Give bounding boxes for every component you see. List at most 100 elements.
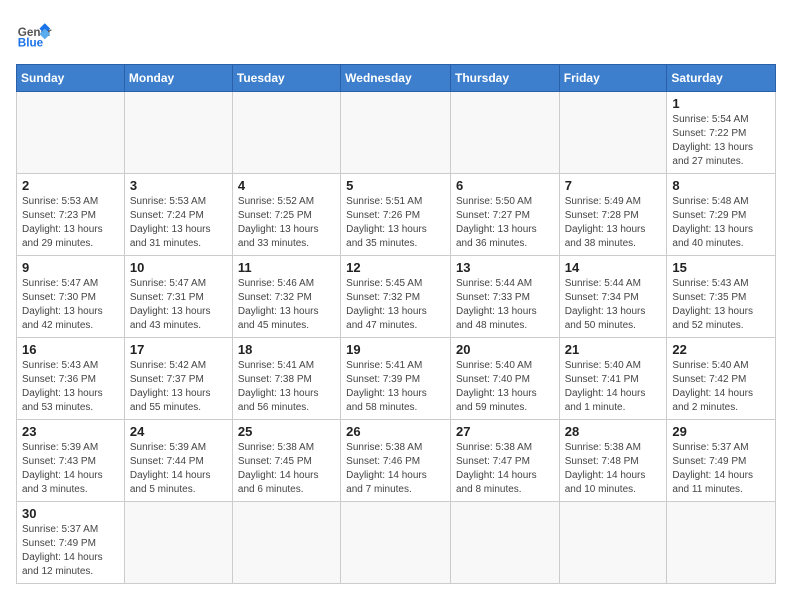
day-info: Sunrise: 5:50 AMSunset: 7:27 PMDaylight:… — [456, 195, 554, 251]
weekday-header-monday: Monday — [124, 65, 232, 92]
day-number: 22 — [672, 342, 770, 357]
day-info: Sunrise: 5:38 AMSunset: 7:45 PMDaylight:… — [238, 441, 335, 497]
day-cell: 18Sunrise: 5:41 AMSunset: 7:38 PMDayligh… — [232, 338, 340, 420]
day-cell: 9 Sunrise: 5:47 AMSunset: 7:30 PMDaylight… — [17, 256, 125, 338]
day-number: 25 — [238, 424, 335, 439]
day-info: Sunrise: 5:51 AMSunset: 7:26 PMDaylight:… — [346, 195, 445, 251]
day-info: Sunrise: 5:44 AMSunset: 7:34 PMDaylight:… — [565, 277, 662, 333]
day-cell: 11 Sunrise: 5:46 AMSunset: 7:32 PMDayligh… — [232, 256, 340, 338]
week-row-5: 30 Sunrise: 5:37 AMSunset: 7:49 PMDayligh… — [17, 502, 776, 584]
day-number: 15 — [672, 260, 770, 275]
day-number: 18 — [238, 342, 335, 357]
day-cell: 29 Sunrise: 5:37 AMSunset: 7:49 PMDayligh… — [667, 420, 776, 502]
day-number: 8 — [672, 178, 770, 193]
day-number: 12 — [346, 260, 445, 275]
day-cell — [341, 92, 451, 174]
day-number: 23 — [22, 424, 119, 439]
day-number: 10 — [130, 260, 227, 275]
day-info: Sunrise: 5:43 AMSunset: 7:35 PMDaylight:… — [672, 277, 770, 333]
day-info: Sunrise: 5:44 AMSunset: 7:33 PMDaylight:… — [456, 277, 554, 333]
day-info: Sunrise: 5:46 AMSunset: 7:32 PMDaylight:… — [238, 277, 335, 333]
day-cell — [559, 92, 667, 174]
day-cell — [341, 502, 451, 584]
day-info: Sunrise: 5:39 AMSunset: 7:44 PMDaylight:… — [130, 441, 227, 497]
day-cell: 28Sunrise: 5:38 AMSunset: 7:48 PMDayligh… — [559, 420, 667, 502]
day-number: 29 — [672, 424, 770, 439]
day-info: Sunrise: 5:37 AMSunset: 7:49 PMDaylight:… — [672, 441, 770, 497]
day-info: Sunrise: 5:53 AMSunset: 7:24 PMDaylight:… — [130, 195, 227, 251]
calendar-table: SundayMondayTuesdayWednesdayThursdayFrid… — [16, 64, 776, 584]
day-info: Sunrise: 5:49 AMSunset: 7:28 PMDaylight:… — [565, 195, 662, 251]
day-number: 9 — [22, 260, 119, 275]
day-cell — [232, 502, 340, 584]
day-cell: 15 Sunrise: 5:43 AMSunset: 7:35 PMDayligh… — [667, 256, 776, 338]
day-number: 2 — [22, 178, 119, 193]
day-number: 20 — [456, 342, 554, 357]
week-row-2: 9 Sunrise: 5:47 AMSunset: 7:30 PMDaylight… — [17, 256, 776, 338]
day-number: 14 — [565, 260, 662, 275]
day-number: 17 — [130, 342, 227, 357]
day-info: Sunrise: 5:39 AMSunset: 7:43 PMDaylight:… — [22, 441, 119, 497]
day-cell: 12 Sunrise: 5:45 AMSunset: 7:32 PMDayligh… — [341, 256, 451, 338]
day-info: Sunrise: 5:40 AMSunset: 7:40 PMDaylight:… — [456, 359, 554, 415]
day-cell: 5 Sunrise: 5:51 AMSunset: 7:26 PMDaylight… — [341, 174, 451, 256]
logo-icon: General Blue — [16, 16, 52, 52]
weekday-header-saturday: Saturday — [667, 65, 776, 92]
day-cell: 1 Sunrise: 5:54 AMSunset: 7:22 PMDaylight… — [667, 92, 776, 174]
calendar-container: General Blue SundayMondayTuesdayWednesda… — [0, 0, 792, 612]
day-cell: 14 Sunrise: 5:44 AMSunset: 7:34 PMDayligh… — [559, 256, 667, 338]
day-cell — [450, 92, 559, 174]
day-cell: 17 Sunrise: 5:42 AMSunset: 7:37 PMDayligh… — [124, 338, 232, 420]
weekday-header-row: SundayMondayTuesdayWednesdayThursdayFrid… — [17, 65, 776, 92]
day-info: Sunrise: 5:42 AMSunset: 7:37 PMDaylight:… — [130, 359, 227, 415]
day-number: 4 — [238, 178, 335, 193]
day-cell — [17, 92, 125, 174]
day-cell: 26 Sunrise: 5:38 AMSunset: 7:46 PMDayligh… — [341, 420, 451, 502]
day-number: 11 — [238, 260, 335, 275]
day-cell: 30 Sunrise: 5:37 AMSunset: 7:49 PMDayligh… — [17, 502, 125, 584]
day-info: Sunrise: 5:47 AMSunset: 7:31 PMDaylight:… — [130, 277, 227, 333]
day-number: 5 — [346, 178, 445, 193]
day-info: Sunrise: 5:53 AMSunset: 7:23 PMDaylight:… — [22, 195, 119, 251]
day-cell — [450, 502, 559, 584]
day-number: 21 — [565, 342, 662, 357]
day-info: Sunrise: 5:38 AMSunset: 7:46 PMDaylight:… — [346, 441, 445, 497]
day-number: 24 — [130, 424, 227, 439]
day-info: Sunrise: 5:37 AMSunset: 7:49 PMDaylight:… — [22, 523, 119, 579]
weekday-header-friday: Friday — [559, 65, 667, 92]
week-row-0: 1 Sunrise: 5:54 AMSunset: 7:22 PMDaylight… — [17, 92, 776, 174]
svg-text:Blue: Blue — [18, 37, 44, 50]
day-number: 16 — [22, 342, 119, 357]
day-info: Sunrise: 5:45 AMSunset: 7:32 PMDaylight:… — [346, 277, 445, 333]
day-info: Sunrise: 5:40 AMSunset: 7:41 PMDaylight:… — [565, 359, 662, 415]
day-cell: 25 Sunrise: 5:38 AMSunset: 7:45 PMDayligh… — [232, 420, 340, 502]
day-cell: 10 Sunrise: 5:47 AMSunset: 7:31 PMDayligh… — [124, 256, 232, 338]
day-info: Sunrise: 5:48 AMSunset: 7:29 PMDaylight:… — [672, 195, 770, 251]
day-cell: 23 Sunrise: 5:39 AMSunset: 7:43 PMDayligh… — [17, 420, 125, 502]
day-number: 6 — [456, 178, 554, 193]
day-number: 1 — [672, 96, 770, 111]
day-info: Sunrise: 5:38 AMSunset: 7:47 PMDaylight:… — [456, 441, 554, 497]
day-info: Sunrise: 5:54 AMSunset: 7:22 PMDaylight:… — [672, 113, 770, 169]
day-info: Sunrise: 5:47 AMSunset: 7:30 PMDaylight:… — [22, 277, 119, 333]
day-number: 13 — [456, 260, 554, 275]
day-cell — [124, 92, 232, 174]
day-cell — [667, 502, 776, 584]
day-cell: 8 Sunrise: 5:48 AMSunset: 7:29 PMDaylight… — [667, 174, 776, 256]
day-cell: 2 Sunrise: 5:53 AMSunset: 7:23 PMDaylight… — [17, 174, 125, 256]
day-cell — [124, 502, 232, 584]
day-number: 3 — [130, 178, 227, 193]
day-number: 28 — [565, 424, 662, 439]
day-number: 30 — [22, 506, 119, 521]
day-cell: 22 Sunrise: 5:40 AMSunset: 7:42 PMDayligh… — [667, 338, 776, 420]
day-info: Sunrise: 5:41 AMSunset: 7:39 PMDaylight:… — [346, 359, 445, 415]
day-cell: 16Sunrise: 5:43 AMSunset: 7:36 PMDayligh… — [17, 338, 125, 420]
week-row-4: 23 Sunrise: 5:39 AMSunset: 7:43 PMDayligh… — [17, 420, 776, 502]
day-cell: 6 Sunrise: 5:50 AMSunset: 7:27 PMDaylight… — [450, 174, 559, 256]
day-cell: 4Sunrise: 5:52 AMSunset: 7:25 PMDaylight… — [232, 174, 340, 256]
week-row-3: 16Sunrise: 5:43 AMSunset: 7:36 PMDayligh… — [17, 338, 776, 420]
day-number: 26 — [346, 424, 445, 439]
weekday-header-thursday: Thursday — [450, 65, 559, 92]
day-cell — [559, 502, 667, 584]
day-info: Sunrise: 5:40 AMSunset: 7:42 PMDaylight:… — [672, 359, 770, 415]
